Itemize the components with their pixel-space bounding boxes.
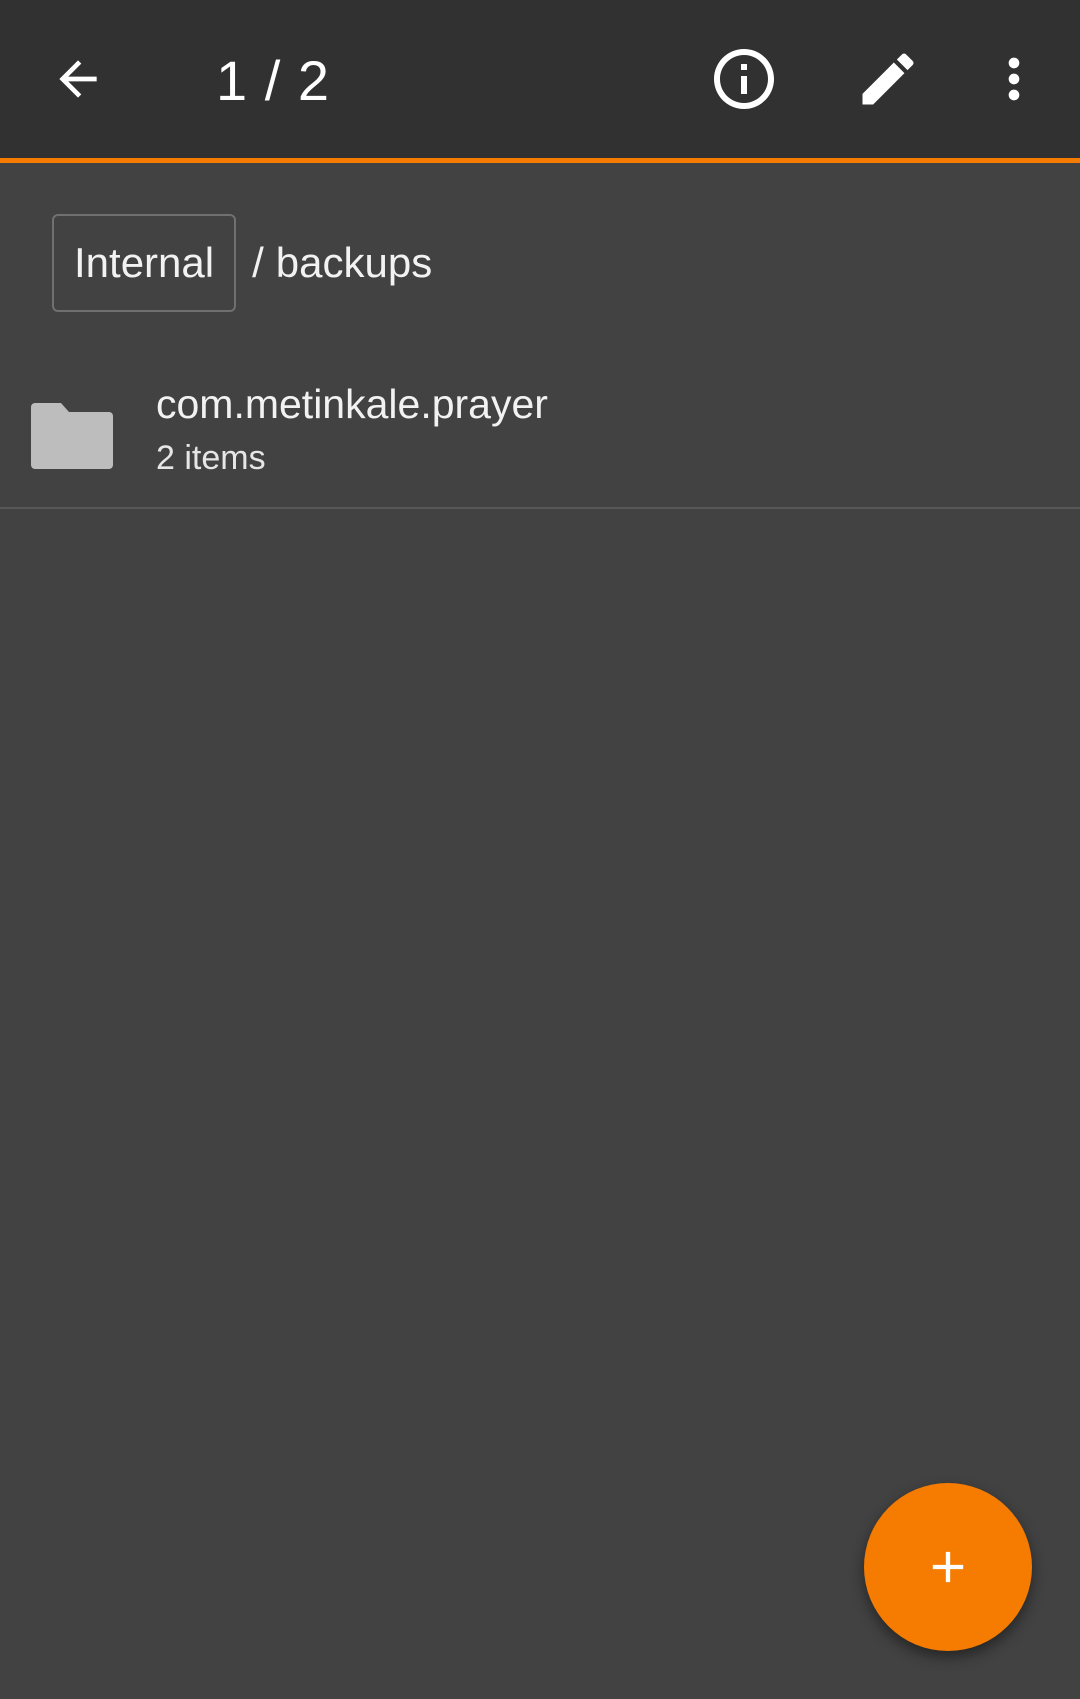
overflow-menu-button[interactable] xyxy=(964,29,1064,129)
breadcrumb-separator: / xyxy=(252,239,264,286)
breadcrumb-current-folder[interactable]: backups xyxy=(276,239,432,287)
edit-button[interactable] xyxy=(838,29,938,129)
breadcrumb: Internal / backups xyxy=(52,214,432,312)
list-divider xyxy=(0,507,1080,509)
info-icon xyxy=(714,49,774,109)
pencil-icon xyxy=(862,53,914,105)
file-manager-screen: 1 / 2 Internal / backups com.metinkale.p… xyxy=(0,0,1080,1699)
plus-icon xyxy=(932,1551,964,1583)
info-button[interactable] xyxy=(694,29,794,129)
page-counter-title: 1 / 2 xyxy=(216,49,330,112)
breadcrumb-root-internal[interactable]: Internal xyxy=(52,214,237,312)
top-toolbar: 1 / 2 xyxy=(0,0,1080,158)
list-item[interactable]: com.metinkale.prayer 2 items xyxy=(0,367,1080,507)
back-button[interactable] xyxy=(28,29,128,129)
more-vert-icon xyxy=(1008,57,1020,101)
arrow-left-icon xyxy=(59,60,97,98)
folder-name: com.metinkale.prayer xyxy=(156,381,548,427)
folder-icon xyxy=(31,403,113,469)
folder-item-count: 2 items xyxy=(156,439,266,477)
toolbar-accent-line xyxy=(0,158,1080,163)
add-fab-button[interactable] xyxy=(864,1483,1032,1651)
